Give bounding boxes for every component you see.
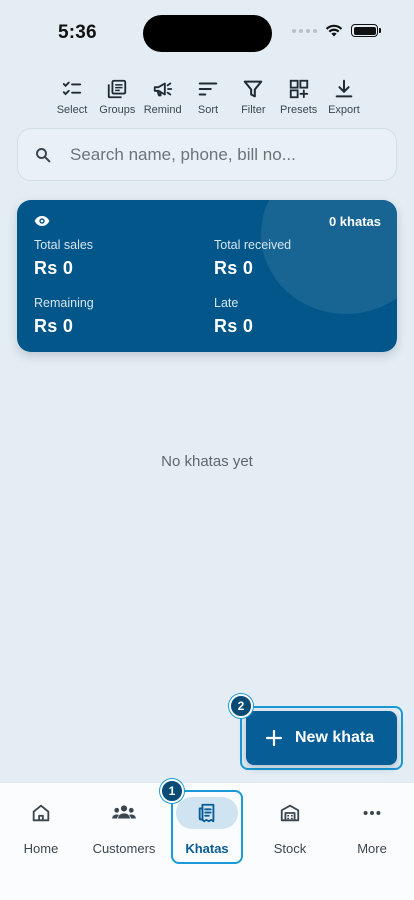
search-input[interactable] [70, 144, 370, 165]
total-received-value: Rs 0 [214, 258, 254, 278]
nav-item-home[interactable]: Home [0, 783, 82, 856]
new-khata-label: New khata [295, 729, 375, 746]
groups-button[interactable]: Groups [97, 78, 137, 116]
status-icons [292, 24, 381, 37]
total-received-label: Total received [214, 238, 292, 252]
nav-highlight [171, 790, 243, 864]
nav-label-stock: Stock [273, 841, 307, 856]
summary-card: 0 khatas Total sales Rs 0 Total received… [17, 200, 397, 352]
nav-label-home: Home [23, 841, 59, 856]
presets-icon [289, 79, 308, 99]
select-label: Select [56, 104, 88, 116]
step-marker-1: 1 [160, 779, 184, 803]
late-value: Rs 0 [214, 316, 254, 336]
nav-label-more: More [357, 841, 387, 856]
nav-item-more[interactable]: More [331, 783, 413, 856]
stock-icon [280, 804, 300, 822]
export-label: Export [328, 104, 360, 116]
select-button[interactable]: Select [52, 78, 92, 116]
battery-icon [351, 24, 381, 37]
nav-item-stock[interactable]: Stock [249, 783, 331, 856]
nav-label-customers: Customers [92, 841, 156, 856]
groups-label: Groups [99, 104, 136, 116]
export-button[interactable]: Export [324, 78, 364, 116]
search-icon [36, 147, 51, 162]
plus-icon [265, 729, 283, 747]
home-icon [32, 804, 50, 822]
remaining-label: Remaining [34, 296, 94, 310]
stat-total-received: Total received Rs 0 [214, 238, 291, 279]
signal-icon [292, 28, 317, 33]
filter-button[interactable]: Filter [233, 78, 273, 116]
khata-count: 0 khatas [328, 214, 381, 229]
wifi-icon [325, 24, 343, 37]
late-label: Late [214, 296, 239, 310]
groups-icon [108, 79, 127, 99]
megaphone-icon [153, 82, 172, 97]
sort-icon [198, 82, 218, 96]
presets-button[interactable]: Presets [279, 78, 319, 116]
sort-label: Sort [197, 104, 219, 116]
nav-item-customers[interactable]: Customers [83, 783, 165, 856]
more-icon [363, 810, 381, 816]
download-icon [335, 79, 353, 98]
empty-state-text: No khatas yet [161, 453, 253, 470]
eye-icon[interactable] [34, 215, 50, 227]
filter-icon [244, 80, 263, 98]
remind-button[interactable]: Remind [143, 78, 183, 116]
select-list-icon [62, 81, 82, 96]
total-sales-label: Total sales [34, 238, 94, 252]
stat-late: Late Rs 0 [214, 296, 253, 337]
sort-button[interactable]: Sort [188, 78, 228, 116]
total-sales-value: Rs 0 [34, 258, 74, 278]
stat-total-sales: Total sales Rs 0 [34, 238, 93, 279]
action-toolbar: Select Groups Remind Sort Filter Presets… [52, 78, 364, 116]
filter-label: Filter [241, 104, 266, 116]
presets-label: Presets [279, 104, 318, 116]
search-bar [17, 128, 397, 181]
remind-label: Remind [143, 104, 182, 116]
stat-remaining: Remaining Rs 0 [34, 296, 94, 337]
step-marker-2: 2 [229, 694, 253, 718]
customers-icon [112, 805, 136, 819]
status-bar: 5:36 [0, 0, 414, 60]
dynamic-island [143, 15, 272, 52]
status-time: 5:36 [58, 22, 97, 43]
remaining-value: Rs 0 [34, 316, 74, 336]
new-khata-button[interactable]: New khata [246, 711, 397, 765]
